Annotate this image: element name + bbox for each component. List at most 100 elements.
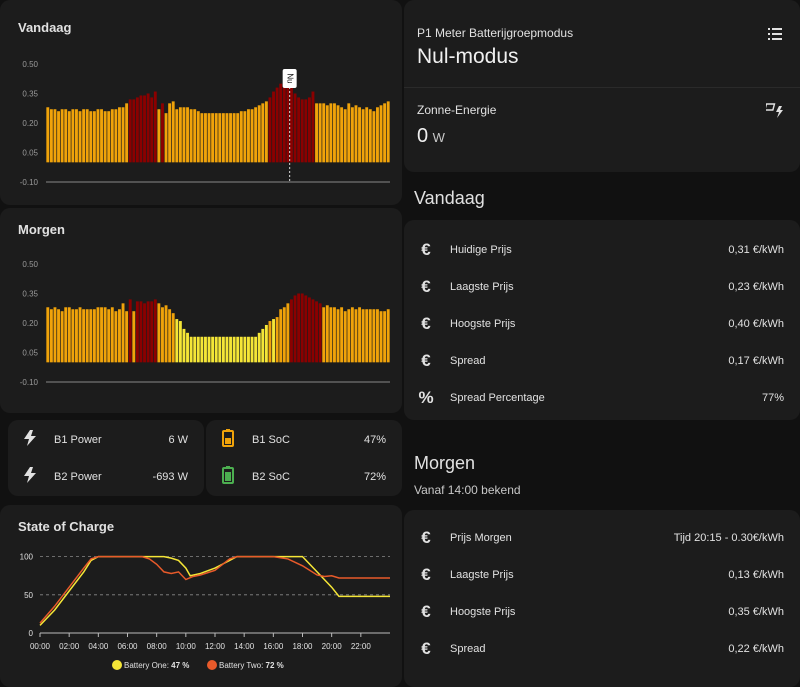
price-bar[interactable] <box>307 97 311 163</box>
price-bar[interactable] <box>247 109 250 163</box>
price-bar[interactable] <box>128 99 132 163</box>
price-bar[interactable] <box>290 299 293 363</box>
price-bar[interactable] <box>82 309 86 363</box>
price-bar[interactable] <box>49 109 53 163</box>
price-bar[interactable] <box>268 321 272 363</box>
price-bar[interactable] <box>196 111 200 163</box>
entity-row[interactable]: € Spread 0,22 €/kWh <box>404 634 800 664</box>
price-bar[interactable] <box>168 309 172 363</box>
price-bar[interactable] <box>143 303 146 363</box>
price-bar[interactable] <box>243 111 247 163</box>
price-bar[interactable] <box>225 113 229 163</box>
price-bar[interactable] <box>361 109 365 163</box>
price-bar[interactable] <box>153 299 157 363</box>
price-bar[interactable] <box>92 309 96 363</box>
price-bar[interactable] <box>64 307 68 363</box>
price-bar[interactable] <box>368 309 372 363</box>
price-bar[interactable] <box>189 336 193 363</box>
price-bar[interactable] <box>264 324 268 363</box>
price-bar[interactable] <box>107 309 111 363</box>
price-bar[interactable] <box>204 113 207 163</box>
price-bar[interactable] <box>279 309 283 363</box>
price-bar[interactable] <box>75 309 78 363</box>
price-bar[interactable] <box>53 307 57 363</box>
price-bar[interactable] <box>196 336 200 363</box>
price-bar[interactable] <box>178 321 182 363</box>
price-bar[interactable] <box>254 107 258 163</box>
price-bar[interactable] <box>139 95 143 163</box>
price-bar[interactable] <box>178 107 182 163</box>
price-bar[interactable] <box>350 307 354 363</box>
price-bar[interactable] <box>247 336 250 363</box>
price-bar[interactable] <box>89 111 93 163</box>
price-bar[interactable] <box>261 328 265 363</box>
price-bar[interactable] <box>322 103 326 163</box>
legend-label-battery-one[interactable]: Battery One: 47 % <box>124 661 189 670</box>
price-bar[interactable] <box>372 309 376 363</box>
price-bar[interactable] <box>146 301 150 363</box>
price-bar[interactable] <box>311 299 315 363</box>
price-bar[interactable] <box>132 311 136 363</box>
price-bar[interactable] <box>304 99 308 163</box>
price-bar[interactable] <box>275 87 279 163</box>
price-bar[interactable] <box>49 309 53 363</box>
price-bar[interactable] <box>340 307 344 363</box>
price-bar[interactable] <box>358 107 361 163</box>
price-bar[interactable] <box>232 113 236 163</box>
p1-meter-card[interactable]: P1 Meter Batterijgroepmodus Nul-modus Zo… <box>404 0 800 172</box>
price-bar[interactable] <box>114 109 118 163</box>
list-icon[interactable] <box>768 27 782 45</box>
price-bar[interactable] <box>85 309 89 363</box>
price-bar[interactable] <box>67 111 71 163</box>
price-bar[interactable] <box>286 303 290 363</box>
price-bar[interactable] <box>343 109 347 163</box>
price-bar[interactable] <box>60 109 64 163</box>
price-bar[interactable] <box>96 307 100 363</box>
soc-series-line[interactable] <box>39 555 390 626</box>
price-bar[interactable] <box>340 107 344 163</box>
b2-power-row[interactable]: B2 Power -693 W <box>8 462 204 492</box>
price-bar[interactable] <box>110 307 114 363</box>
price-bar[interactable] <box>193 336 197 363</box>
price-bar[interactable] <box>250 336 254 363</box>
price-bar[interactable] <box>168 103 172 163</box>
price-bar[interactable] <box>164 305 168 363</box>
price-bar[interactable] <box>211 336 215 363</box>
price-bar[interactable] <box>307 297 311 363</box>
price-bar[interactable] <box>379 105 383 163</box>
price-bar[interactable] <box>386 101 390 163</box>
price-bar[interactable] <box>118 309 121 363</box>
price-bar[interactable] <box>204 336 207 363</box>
price-bar[interactable] <box>336 309 340 363</box>
price-bar[interactable] <box>182 328 186 363</box>
price-bar[interactable] <box>128 299 132 363</box>
price-bar[interactable] <box>143 95 146 163</box>
price-bar[interactable] <box>376 309 379 363</box>
price-bar[interactable] <box>315 301 318 363</box>
price-bar[interactable] <box>272 91 275 163</box>
price-bar[interactable] <box>325 105 329 163</box>
price-bar[interactable] <box>211 113 215 163</box>
price-bar[interactable] <box>386 309 390 363</box>
price-bar[interactable] <box>376 107 379 163</box>
price-bar[interactable] <box>135 97 139 163</box>
price-bar[interactable] <box>92 111 96 163</box>
price-bar[interactable] <box>150 301 154 363</box>
price-bar[interactable] <box>379 311 383 363</box>
price-bar[interactable] <box>264 101 268 163</box>
price-bar[interactable] <box>67 307 71 363</box>
price-bar[interactable] <box>207 113 211 163</box>
price-bar[interactable] <box>361 309 365 363</box>
entity-row[interactable]: € Spread 0,17 €/kWh <box>404 346 800 376</box>
price-bar[interactable] <box>333 307 336 363</box>
price-bar[interactable] <box>218 113 222 163</box>
entity-row[interactable]: % Spread Percentage 77% <box>404 383 800 413</box>
price-bar[interactable] <box>261 103 265 163</box>
price-bar[interactable] <box>146 93 150 163</box>
price-bar[interactable] <box>60 311 64 363</box>
price-bar[interactable] <box>200 113 204 163</box>
legend-label-battery-two[interactable]: Battery Two: 72 % <box>219 661 284 670</box>
price-bar[interactable] <box>383 103 387 163</box>
price-bar[interactable] <box>257 332 261 363</box>
price-bar[interactable] <box>100 109 103 163</box>
